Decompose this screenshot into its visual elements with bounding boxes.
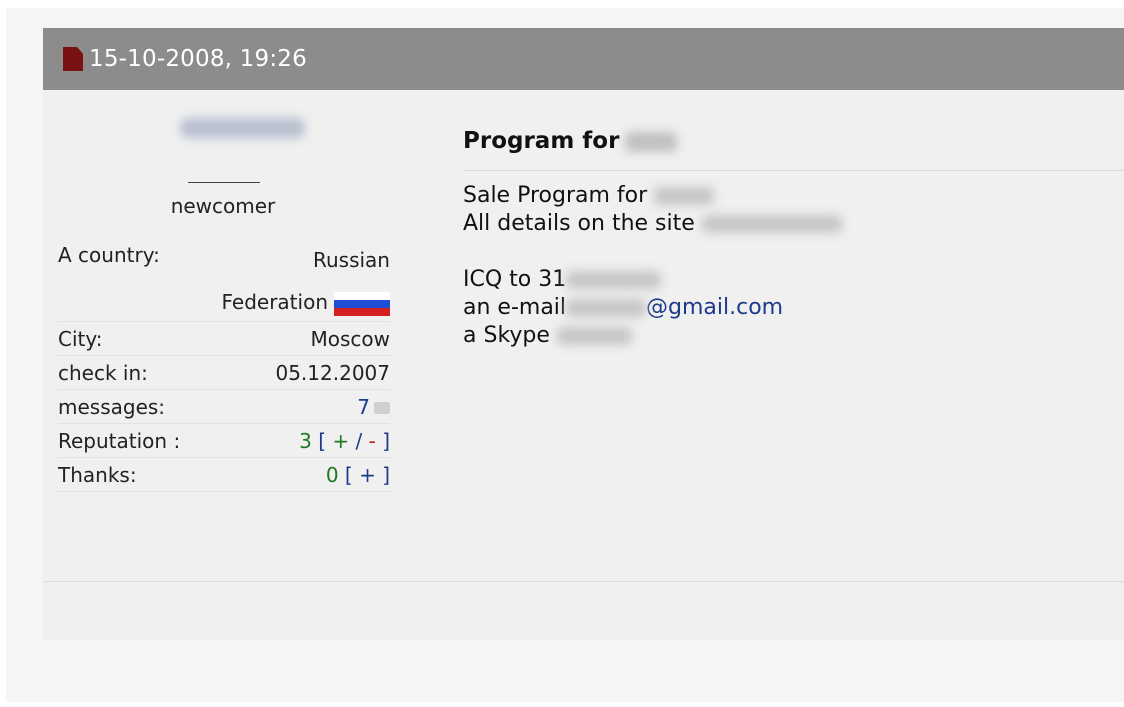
post-header: 15-10-2008, 19:26 (43, 28, 1124, 90)
messages-count-link[interactable]: 7 (357, 395, 370, 419)
info-row-city: City: Moscow (58, 322, 390, 356)
redacted-skype (556, 327, 632, 345)
messages-icon[interactable] (374, 402, 390, 414)
country-line2: Federation (221, 290, 328, 314)
post-title: Program for (463, 128, 678, 154)
forum-post: 15-10-2008, 19:26 newcomer A country: Ru… (43, 28, 1124, 640)
city-label: City: (58, 326, 103, 351)
thanks-button[interactable]: [ + ] (345, 463, 390, 487)
rank-divider (188, 182, 260, 183)
country-line1: Russian (312, 248, 390, 272)
russia-flag-icon (334, 291, 390, 316)
thanks-value: 0 (325, 462, 339, 487)
info-row-reputation: Reputation : 3 [ + / - ] (58, 424, 390, 458)
reputation-open-bracket: [ (318, 428, 327, 453)
body-line-5: a Skype (463, 322, 842, 350)
reputation-value-wrap: 3 [ + / - ] (299, 429, 390, 453)
messages-label: messages: (58, 394, 166, 419)
body-line-4: an e-mail @gmail.com (463, 294, 842, 322)
messages-value-wrap: 7 (357, 395, 390, 419)
page-background: 15-10-2008, 19:26 newcomer A country: Ru… (6, 8, 1124, 702)
info-row-checkin: check in: 05.12.2007 (58, 356, 390, 390)
post-title-text: Program for (463, 128, 620, 154)
user-info-table: A country: Russian Federation City: Mosc… (58, 243, 390, 492)
body-line-1: Sale Program for (463, 182, 842, 210)
redacted-link[interactable] (701, 215, 842, 233)
post-date: 15-10-2008, 19:26 (89, 46, 307, 72)
reputation-close-bracket: ] (382, 428, 390, 453)
country-label: A country: (58, 243, 160, 267)
reputation-label: Reputation : (58, 428, 181, 453)
body-line-5-text: a Skype (463, 323, 550, 348)
thanks-value-wrap: 0 [ + ] (326, 463, 390, 487)
thanks-label: Thanks: (58, 462, 137, 487)
body-line-3: ICQ to 31 (463, 266, 842, 294)
checkin-value: 05.12.2007 (275, 360, 390, 385)
checkin-label: check in: (58, 360, 148, 385)
title-redacted (625, 131, 678, 152)
username-redacted[interactable] (180, 118, 305, 138)
body-line-2: All details on the site (463, 210, 842, 238)
body-line-2-text: All details on the site (463, 211, 695, 236)
title-divider (463, 170, 1124, 171)
reputation-plus-button[interactable]: + (332, 429, 349, 453)
city-value: Moscow (310, 326, 390, 351)
redacted-text (654, 187, 715, 205)
post-footer-divider (43, 581, 1124, 582)
country-value: Russian Federation (221, 239, 390, 323)
user-rank: newcomer (170, 194, 276, 218)
reputation-minus-button[interactable]: - (369, 429, 376, 453)
info-row-messages: messages: 7 (58, 390, 390, 424)
redacted-icq (566, 271, 662, 289)
info-row-thanks: Thanks: 0 [ + ] (58, 458, 390, 492)
body-line-3-text: ICQ to 31 (463, 267, 567, 292)
reputation-value: 3 (299, 428, 312, 453)
document-icon[interactable] (63, 47, 83, 71)
redacted-email-user[interactable] (566, 299, 647, 317)
body-line-1-text: Sale Program for (463, 183, 648, 208)
info-row-country: A country: Russian Federation (58, 243, 390, 322)
body-line-4-text: an e-mail (463, 295, 567, 320)
reputation-separator: / (355, 428, 363, 453)
email-link[interactable]: @gmail.com (646, 295, 783, 320)
post-body: Sale Program for All details on the site… (463, 182, 842, 350)
